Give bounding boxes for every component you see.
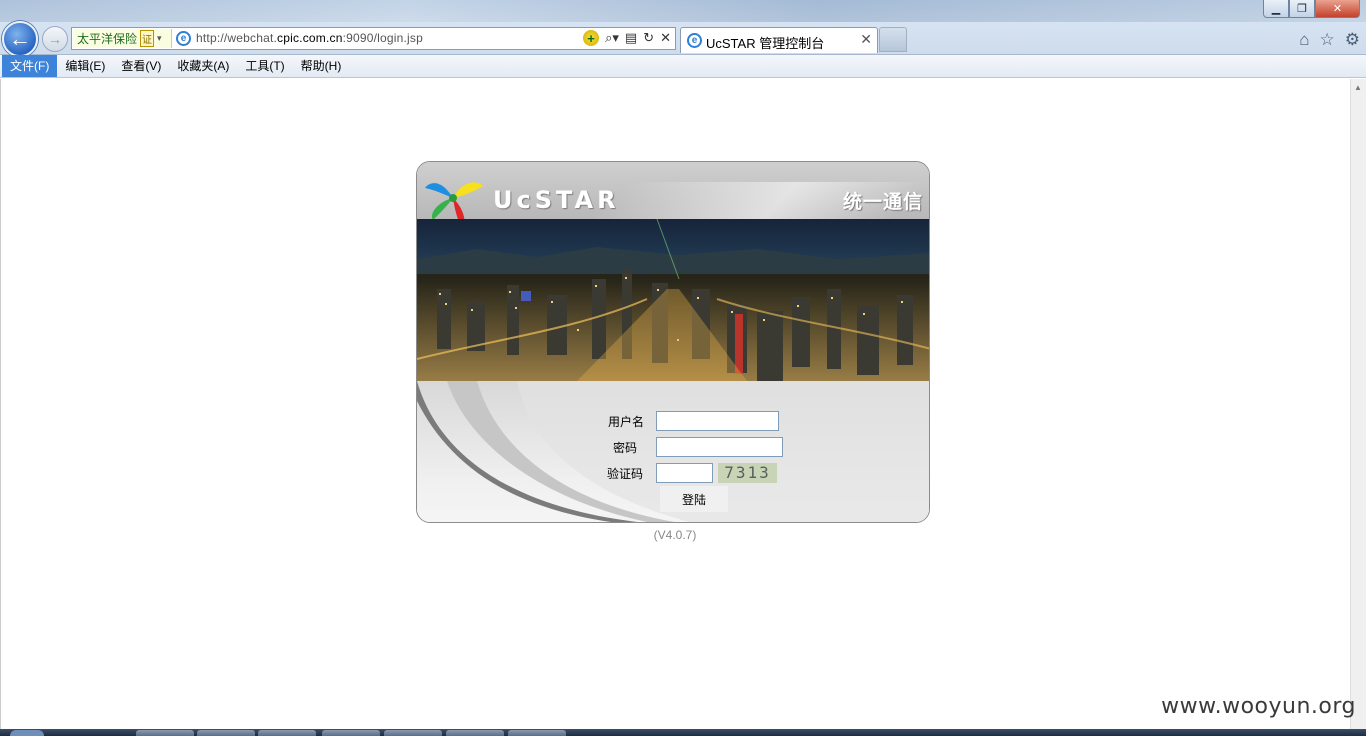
- watermark-text: www.wooyun.org: [1161, 694, 1356, 719]
- vertical-scrollbar[interactable]: ▲: [1350, 79, 1366, 729]
- toolbar-right: ⌂ ☆ ⚙: [1299, 30, 1360, 50]
- home-icon[interactable]: ⌂: [1299, 30, 1309, 50]
- search-icon[interactable]: ⌕▾: [605, 30, 619, 46]
- window-controls: ▁ ❐ ✕: [1263, 0, 1360, 18]
- login-header: UcSTAR 统一通信: [417, 162, 929, 219]
- windows-taskbar: [0, 729, 1366, 736]
- minimize-button[interactable]: ▁: [1263, 0, 1289, 18]
- arrow-right-icon: →: [48, 31, 62, 47]
- back-button[interactable]: ←: [2, 21, 38, 57]
- login-form: 用户名 密码 验证码 7313 登陆: [417, 381, 929, 522]
- compatibility-icon[interactable]: ▤: [625, 30, 637, 46]
- maximize-button[interactable]: ❐: [1289, 0, 1315, 18]
- taskbar-item[interactable]: [197, 730, 255, 736]
- password-input[interactable]: [656, 437, 783, 457]
- tab-ucstar[interactable]: e UcSTAR 管理控制台 ✕: [680, 27, 878, 53]
- certificate-indicator[interactable]: 太平洋保险 证 ▾: [73, 29, 172, 48]
- city-night-banner: [417, 219, 929, 381]
- title-bar: [0, 0, 1366, 22]
- password-label: 密码: [612, 441, 637, 455]
- url-text[interactable]: http://webchat.cpic.com.cn:9090/login.js…: [196, 31, 423, 45]
- brand-slogan: 统一通信: [842, 192, 923, 213]
- cert-badge-icon: 证: [140, 30, 155, 47]
- version-text: (V4.0.7): [653, 528, 697, 542]
- taskbar-item[interactable]: [384, 730, 442, 736]
- taskbar-item[interactable]: [322, 730, 380, 736]
- username-label: 用户名: [607, 415, 644, 429]
- menu-view[interactable]: 查看(V): [113, 55, 169, 77]
- taskbar-item[interactable]: [258, 730, 316, 736]
- scroll-up-icon[interactable]: ▲: [1354, 83, 1362, 92]
- chevron-down-icon[interactable]: ▾: [157, 33, 162, 44]
- menu-bar: 文件(F) 编辑(E) 查看(V) 收藏夹(A) 工具(T) 帮助(H): [0, 55, 1366, 78]
- close-window-button[interactable]: ✕: [1315, 0, 1360, 18]
- forward-button[interactable]: →: [42, 26, 68, 52]
- compat-view-icon[interactable]: +: [583, 30, 600, 46]
- ie-tab-icon: e: [687, 33, 702, 48]
- start-button[interactable]: [10, 730, 44, 736]
- taskbar-item[interactable]: [446, 730, 504, 736]
- favorites-star-icon[interactable]: ☆: [1320, 30, 1335, 50]
- menu-favorites[interactable]: 收藏夹(A): [169, 55, 237, 77]
- username-input[interactable]: [656, 411, 779, 431]
- arrow-left-icon: ←: [9, 26, 31, 51]
- new-tab-button[interactable]: [879, 27, 907, 52]
- cert-label: 太平洋保险: [77, 32, 138, 46]
- refresh-icon[interactable]: ↻: [643, 30, 654, 46]
- ucstar-logo-icon: [425, 182, 483, 219]
- city-skyline-image: [417, 219, 929, 381]
- menu-help[interactable]: 帮助(H): [293, 55, 350, 77]
- menu-tools[interactable]: 工具(T): [237, 55, 292, 77]
- tab-title: UcSTAR 管理控制台: [706, 36, 825, 51]
- taskbar-item[interactable]: [508, 730, 566, 736]
- captcha-input[interactable]: [656, 463, 713, 483]
- login-panel: UcSTAR 统一通信 用户名 密码 验证码 7313 登陆: [416, 161, 930, 523]
- stop-icon[interactable]: ✕: [660, 30, 671, 46]
- address-bar[interactable]: 太平洋保险 证 ▾ e http://webchat.cpic.com.cn:9…: [71, 27, 676, 50]
- menu-file[interactable]: 文件(F): [2, 55, 58, 77]
- brand-name: UcSTAR: [493, 186, 620, 214]
- captcha-label: 验证码: [606, 467, 643, 481]
- taskbar-item[interactable]: [136, 730, 194, 736]
- ie-page-icon: e: [176, 31, 191, 46]
- browser-chrome: ▁ ❐ ✕ ← → 太平洋保险 证 ▾ e http://webchat.cpi…: [0, 0, 1366, 57]
- close-tab-icon[interactable]: ✕: [860, 31, 872, 48]
- captcha-image[interactable]: 7313: [718, 463, 777, 483]
- gear-icon[interactable]: ⚙: [1345, 30, 1360, 50]
- menu-edit[interactable]: 编辑(E): [57, 55, 113, 77]
- address-bar-actions: + ⌕▾ ▤ ↻ ✕: [583, 30, 671, 46]
- login-button[interactable]: 登陆: [660, 486, 728, 512]
